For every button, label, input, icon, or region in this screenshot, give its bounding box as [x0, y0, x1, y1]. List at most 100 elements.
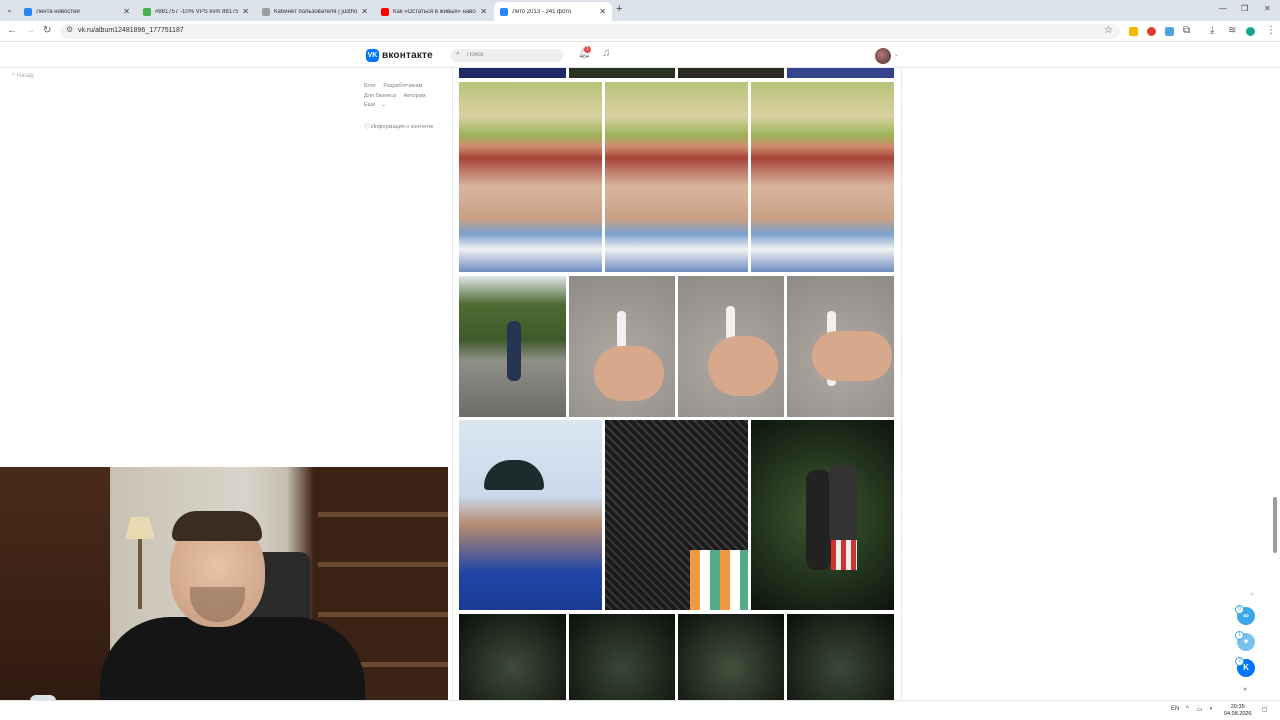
tab-1[interactable]: #881757 -10% VPS kvm 881757... ✕: [137, 2, 255, 21]
music-icon[interactable]: ♫: [602, 47, 610, 59]
menu-dots-icon[interactable]: ⋮: [1266, 25, 1276, 36]
browser-toolbar: ← → ↻ ⚙ vk.ru/album12481896_177751187 ☆ …: [0, 21, 1280, 42]
url-text: vk.ru/album12481896_177751187: [78, 27, 184, 34]
content-info-link[interactable]: ⓘ Информация о контенте: [364, 122, 433, 130]
profile-icon[interactable]: [1246, 27, 1255, 36]
history-back-link[interactable]: ^ Назад: [12, 73, 34, 79]
plaid-shorts: [690, 550, 748, 610]
download-icon[interactable]: ⤓: [1210, 25, 1214, 36]
menu-link-blog[interactable]: Блог: [364, 83, 376, 89]
network-icon[interactable]: ▭: [1197, 706, 1203, 713]
photo-thumb[interactable]: [569, 614, 675, 700]
clock[interactable]: 20:35 04.08.2026: [1224, 704, 1252, 718]
photo-thumb[interactable]: [569, 276, 675, 417]
photo-thumb[interactable]: [678, 276, 784, 417]
address-bar[interactable]: ⚙ vk.ru/album12481896_177751187: [60, 24, 1120, 39]
photo-thumb[interactable]: [787, 614, 894, 700]
bookmark-star-icon[interactable]: ☆: [1104, 25, 1113, 36]
chevron-up-icon[interactable]: ^: [1186, 706, 1189, 712]
hand: [594, 346, 664, 401]
person-hair: [172, 511, 262, 541]
tab-2[interactable]: Кабинет пользователя | justho... ✕: [256, 2, 374, 21]
photo-thumb[interactable]: [569, 68, 675, 78]
photo-thumb[interactable]: [459, 614, 566, 700]
vk-logo-icon[interactable]: VK: [366, 49, 379, 62]
tab-0[interactable]: Лента новостей ✕: [18, 2, 136, 21]
tab-4-active[interactable]: Лето 2013 - 241 фото ✕: [494, 2, 612, 21]
lamp-stand: [138, 539, 142, 609]
extension-icon[interactable]: [1165, 27, 1174, 36]
vk-header: VK вконтакте ⌕ Поиск 🔔︎ 1 ♫ ⌄: [0, 43, 1280, 68]
puzzle-icon[interactable]: ⧉: [1183, 25, 1190, 36]
collapse-icon[interactable]: «: [1250, 591, 1254, 598]
tab-title: Как «Остаться в живых» навсе...: [393, 8, 477, 15]
photo-thumb[interactable]: [459, 276, 566, 417]
tab-search-icon[interactable]: ⌄: [6, 5, 13, 14]
extension-icon[interactable]: [1147, 27, 1156, 36]
vk-favicon-icon: [500, 7, 508, 16]
tab-title: Лето 2013 - 241 фото: [512, 8, 572, 15]
info-icon: ⓘ: [364, 124, 372, 130]
photo-thumb[interactable]: [751, 82, 894, 272]
photo-thumb[interactable]: [678, 614, 784, 700]
new-tab-icon[interactable]: +: [616, 3, 622, 15]
minimize-icon[interactable]: —: [1219, 4, 1227, 13]
forward-icon[interactable]: →: [25, 25, 35, 36]
search-placeholder: Поиск: [467, 52, 484, 58]
window-close-icon[interactable]: ✕: [1264, 4, 1271, 13]
menu-link-developers[interactable]: Разработчикам: [383, 83, 422, 89]
media-icon[interactable]: ≋: [1228, 25, 1236, 36]
hand: [708, 336, 778, 396]
site-info-icon[interactable]: ⚙: [66, 25, 73, 34]
widget-count: 1: [1235, 631, 1244, 640]
close-icon[interactable]: ✕: [361, 7, 368, 16]
close-icon[interactable]: ✕: [123, 7, 130, 16]
search-input[interactable]: ⌕ Поиск: [451, 49, 563, 62]
hand: [812, 331, 892, 381]
vk-brand-name[interactable]: вконтакте: [382, 50, 433, 61]
notification-badge: 1: [584, 46, 591, 53]
person-figure: [829, 465, 857, 545]
photo-thumb[interactable]: [605, 420, 748, 610]
extension-icon[interactable]: [1129, 27, 1138, 36]
lamp-shade: [125, 517, 155, 539]
tab-3[interactable]: Как «Остаться в живых» навсе... ✕: [375, 2, 493, 21]
webcam-overlay: [0, 467, 448, 720]
photo-thumb[interactable]: [787, 68, 894, 78]
chevron-down-icon: ⌄: [381, 102, 386, 108]
close-icon[interactable]: ✕: [599, 7, 606, 16]
photo-thumb[interactable]: [459, 68, 566, 78]
chat-icon[interactable]: ●: [1243, 686, 1247, 693]
menu-link-more[interactable]: Ещё: [364, 102, 375, 108]
photo-thumb[interactable]: [678, 68, 784, 78]
widget-count: 0: [1235, 605, 1244, 614]
notifications-icon[interactable]: ▢: [1262, 706, 1268, 713]
site-favicon-icon: [143, 7, 151, 16]
volume-icon[interactable]: ◖: [1209, 706, 1213, 712]
tab-title: #881757 -10% VPS kvm 881757...: [155, 8, 239, 15]
widget-count: 2: [1235, 657, 1244, 666]
wooden-door: [0, 467, 110, 720]
menu-link-authors[interactable]: Авторам: [404, 93, 426, 99]
photo-thumb[interactable]: [459, 420, 602, 610]
maximize-icon[interactable]: ❐: [1241, 4, 1248, 13]
chevron-down-icon[interactable]: ⌄: [894, 51, 899, 58]
tab-title: Кабинет пользователя | justho...: [274, 8, 358, 15]
page-scrollbar[interactable]: [1273, 497, 1277, 553]
photo-thumb[interactable]: [751, 420, 894, 610]
photo-thumb[interactable]: [787, 276, 894, 417]
photo-thumb[interactable]: [605, 82, 748, 272]
person-figure: [507, 321, 521, 381]
vk-favicon-icon: [24, 7, 32, 16]
photo-thumb[interactable]: [459, 82, 602, 272]
avatar[interactable]: [875, 48, 891, 64]
reload-icon[interactable]: ↻: [43, 25, 51, 36]
youtube-favicon-icon: [381, 7, 389, 16]
os-taskbar: EN ^ ▭ ◖ 20:35 04.08.2026 ▢: [0, 700, 1280, 720]
language-indicator[interactable]: EN: [1171, 706, 1179, 712]
close-icon[interactable]: ✕: [242, 7, 249, 16]
close-icon[interactable]: ✕: [480, 7, 487, 16]
clock-date: 04.08.2026: [1224, 711, 1252, 717]
back-icon[interactable]: ←: [7, 25, 17, 36]
menu-link-business[interactable]: Для бизнеса: [364, 93, 396, 99]
